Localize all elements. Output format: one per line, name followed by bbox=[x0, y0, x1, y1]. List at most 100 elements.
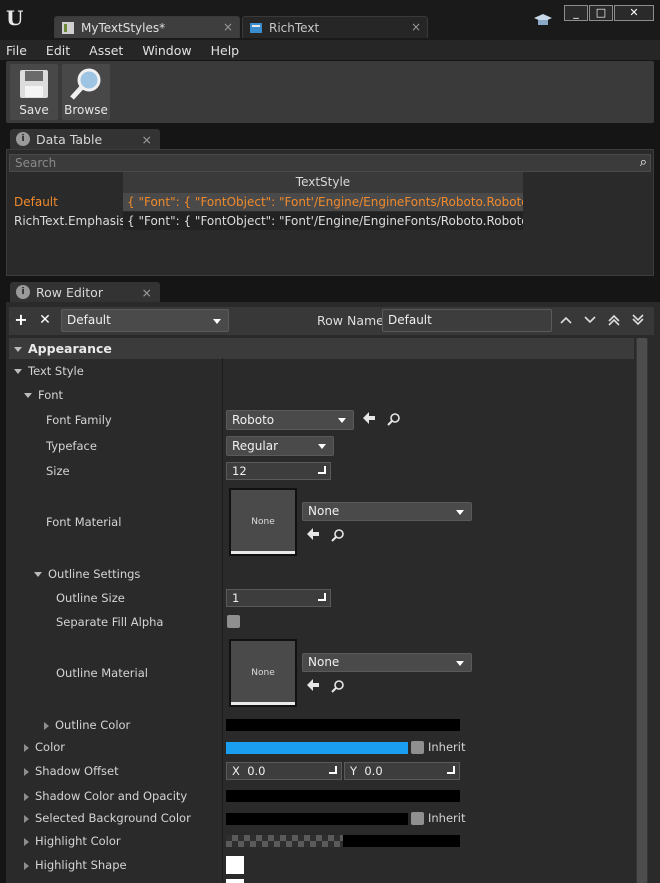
outline-settings-group[interactable]: Outline Settings bbox=[34, 567, 140, 581]
inherit-label: Inherit bbox=[428, 811, 466, 825]
shadow-offset-x-input[interactable]: X 0.0 bbox=[226, 762, 342, 780]
chevron-down-icon bbox=[456, 509, 464, 515]
row-value: { "Font": { "FontObject": "Font'/Engine/… bbox=[123, 193, 523, 211]
use-selected-arrow-icon[interactable] bbox=[306, 527, 320, 545]
unreal-logo-icon[interactable]: U bbox=[6, 6, 30, 30]
scrollbar-thumb[interactable] bbox=[637, 338, 647, 883]
shadow-offset-row[interactable]: Shadow Offset bbox=[24, 764, 119, 778]
info-icon: i bbox=[16, 132, 30, 146]
font-family-label: Font Family bbox=[46, 413, 112, 427]
browse-search-icon[interactable] bbox=[331, 528, 345, 546]
size-label: Size bbox=[46, 464, 70, 478]
separate-fill-alpha-checkbox[interactable] bbox=[227, 615, 240, 628]
close-icon[interactable]: × bbox=[142, 285, 152, 300]
move-up-icon[interactable] bbox=[558, 312, 574, 328]
chevron-down-icon bbox=[213, 318, 221, 324]
highlight-shape-swatch[interactable] bbox=[226, 856, 244, 874]
size-input[interactable]: 12 bbox=[226, 462, 331, 480]
expand-icon bbox=[24, 792, 29, 801]
browse-search-icon[interactable] bbox=[387, 412, 401, 430]
expand-icon bbox=[24, 767, 29, 776]
separate-fill-alpha-label: Separate Fill Alpha bbox=[56, 615, 164, 629]
highlight-color-row[interactable]: Highlight Color bbox=[24, 834, 121, 848]
drag-handle-icon[interactable] bbox=[318, 593, 326, 601]
browse-search-icon[interactable] bbox=[331, 679, 345, 697]
graduation-cap-icon[interactable] bbox=[533, 12, 553, 28]
save-button[interactable]: Save bbox=[10, 64, 58, 120]
row-name-input[interactable]: Default bbox=[382, 309, 552, 332]
menu-window[interactable]: Window bbox=[142, 43, 191, 58]
column-divider[interactable] bbox=[222, 358, 223, 883]
remove-row-icon[interactable]: ✕ bbox=[37, 311, 53, 329]
close-window-button[interactable]: ✕ bbox=[614, 5, 654, 21]
browse-button[interactable]: Browse bbox=[62, 64, 110, 120]
shadow-color-swatch[interactable] bbox=[226, 790, 460, 802]
tab-label: MyTextStyles* bbox=[81, 20, 166, 35]
font-material-dropdown[interactable]: None bbox=[302, 502, 472, 521]
menu-edit[interactable]: Edit bbox=[46, 43, 70, 58]
datatable-icon bbox=[61, 21, 75, 35]
minimize-button[interactable]: _ bbox=[564, 5, 588, 21]
close-icon[interactable]: × bbox=[411, 20, 421, 34]
selected-background-color-swatch[interactable] bbox=[226, 813, 408, 825]
outline-color-swatch[interactable] bbox=[226, 719, 460, 731]
highlight-color-swatch[interactable] bbox=[226, 835, 460, 847]
outline-color-row[interactable]: Outline Color bbox=[44, 718, 130, 732]
font-material-thumbnail[interactable]: None bbox=[229, 488, 297, 556]
menu-help[interactable]: Help bbox=[211, 43, 240, 58]
search-icon[interactable]: ⌕ bbox=[640, 155, 647, 171]
font-group[interactable]: Font bbox=[24, 388, 63, 402]
color-swatch[interactable] bbox=[226, 742, 408, 754]
move-bottom-icon[interactable] bbox=[630, 312, 646, 328]
menu-bar: File Edit Asset Window Help bbox=[0, 40, 660, 60]
inherit-checkbox[interactable] bbox=[411, 812, 424, 825]
drag-handle-icon[interactable] bbox=[447, 766, 455, 774]
next-row-swatch[interactable] bbox=[226, 879, 244, 883]
info-icon: i bbox=[16, 285, 30, 299]
table-row[interactable]: Default { "Font": { "FontObject": "Font'… bbox=[9, 193, 523, 211]
column-header-textstyle[interactable]: TextStyle bbox=[123, 172, 523, 193]
move-down-icon[interactable] bbox=[582, 312, 598, 328]
search-input[interactable]: Search ⌕ bbox=[9, 154, 651, 172]
tab-mytextstyles[interactable]: MyTextStyles* × bbox=[54, 16, 240, 38]
drag-handle-icon[interactable] bbox=[329, 766, 337, 774]
font-material-label: Font Material bbox=[46, 515, 122, 529]
scrollbar[interactable] bbox=[636, 338, 648, 883]
title-bar: U MyTextStyles* × RichText × _ □ ✕ bbox=[0, 0, 660, 40]
outline-material-dropdown[interactable]: None bbox=[302, 653, 472, 672]
row-name: Default bbox=[14, 195, 58, 209]
outline-size-input[interactable]: 1 bbox=[226, 589, 331, 607]
highlight-shape-row[interactable]: Highlight Shape bbox=[24, 858, 127, 872]
shadow-offset-y-input[interactable]: Y 0.0 bbox=[344, 762, 460, 780]
tab-richtext[interactable]: RichText × bbox=[242, 16, 428, 38]
chevron-down-icon bbox=[338, 418, 346, 423]
shadow-color-row[interactable]: Shadow Color and Opacity bbox=[24, 789, 187, 803]
tab-data-table[interactable]: i Data Table × bbox=[10, 129, 160, 149]
expand-icon bbox=[14, 369, 22, 374]
tab-row-editor[interactable]: i Row Editor × bbox=[10, 282, 160, 302]
widget-icon bbox=[249, 21, 263, 35]
text-style-group[interactable]: Text Style bbox=[14, 364, 84, 378]
row-select-dropdown[interactable]: Default bbox=[61, 309, 229, 332]
use-selected-arrow-icon[interactable] bbox=[306, 678, 320, 696]
outline-material-thumbnail[interactable]: None bbox=[229, 639, 297, 707]
color-row[interactable]: Color bbox=[24, 740, 65, 754]
menu-asset[interactable]: Asset bbox=[89, 43, 123, 58]
font-family-dropdown[interactable]: Roboto bbox=[226, 410, 354, 430]
maximize-button[interactable]: □ bbox=[589, 5, 613, 21]
move-top-icon[interactable] bbox=[606, 312, 622, 328]
close-icon[interactable]: × bbox=[142, 132, 152, 147]
category-appearance[interactable]: Appearance bbox=[9, 338, 634, 359]
expand-icon bbox=[24, 743, 29, 752]
table-row[interactable]: RichText.Emphasis { "Font": { "FontObjec… bbox=[9, 212, 523, 230]
add-row-icon[interactable]: + bbox=[13, 311, 29, 329]
tab-label: RichText bbox=[269, 20, 320, 35]
menu-file[interactable]: File bbox=[6, 43, 27, 58]
selected-background-color-row[interactable]: Selected Background Color bbox=[24, 811, 191, 825]
use-selected-arrow-icon[interactable] bbox=[362, 411, 376, 429]
inherit-checkbox[interactable] bbox=[411, 741, 424, 754]
typeface-dropdown[interactable]: Regular bbox=[226, 436, 334, 456]
inherit-label: Inherit bbox=[428, 740, 466, 754]
close-icon[interactable]: × bbox=[223, 20, 233, 34]
drag-handle-icon[interactable] bbox=[318, 466, 326, 474]
